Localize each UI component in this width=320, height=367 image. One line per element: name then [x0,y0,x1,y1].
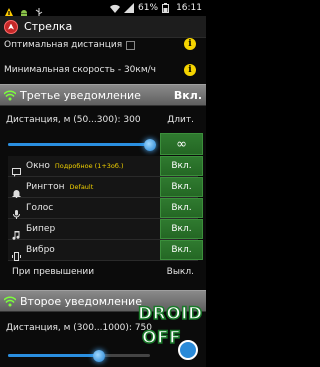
option-label: Вибро [26,245,55,255]
clock: 16:11 [176,3,202,13]
watermark-line-2: OFF [141,327,182,349]
signal-icon [124,3,135,13]
duration-value: ∞ [176,136,187,152]
ringtone-toggle-button[interactable]: Вкл. [160,177,203,197]
bell-icon [12,183,21,198]
android-icon [19,3,29,18]
third-notification-header[interactable]: Третье уведомление Вкл. [0,84,206,106]
toggle-state: Вкл. [171,161,192,171]
watermark-badge-icon [178,340,198,360]
duration-button[interactable]: ∞ [160,133,203,155]
app-title: Стрелка [24,20,73,33]
beeper-toggle-button[interactable]: Вкл. [160,219,203,239]
min-speed-label: Минимальная скорость - 30км/ч [4,65,156,75]
vibrate-toggle-button[interactable]: Вкл. [160,240,203,260]
usb-icon [34,3,44,18]
duration-label: Длит. [167,115,194,125]
toggle-state: Вкл. [171,182,192,192]
warning-icon [4,3,14,18]
droidoff-watermark: DROID OFF [137,302,203,362]
option-label: Окно [26,161,50,171]
voice-toggle-button[interactable]: Вкл. [160,198,203,218]
wifi-signal-icon [3,292,17,311]
toggle-state: Вкл. [171,203,192,213]
arrow-app-icon[interactable] [4,19,18,34]
min-speed-row[interactable]: Минимальная скорость - 30км/ч i [0,61,206,79]
toggle-state: Вкл. [171,224,192,234]
optimal-distance-checkbox[interactable] [126,40,136,50]
third-notification-state[interactable]: Вкл. [174,89,202,102]
mic-icon [12,204,21,219]
third-distance-row: Дистанция, м (50...300): 300 Длит. [0,113,206,127]
wifi-icon [110,3,121,13]
third-distance-slider-fill [8,143,150,146]
window-toggle-button[interactable]: Вкл. [160,156,203,176]
battery-percent: 61% [138,3,159,13]
second-distance-slider-thumb[interactable] [93,350,106,362]
watermark-line-1: DROID [137,303,203,325]
battery-icon [162,3,172,13]
on-exceed-label: При превышении [12,266,95,277]
second-distance-label: Дистанция, м (300...1000): 750 [6,323,152,333]
toggle-state: Вкл. [171,245,192,255]
option-note: Подробное (1+3об.) [54,162,124,170]
second-notification-title: Второе уведомление [20,294,142,308]
chat-icon [12,162,21,177]
third-distance-label: Дистанция, м (50...300): 300 [6,115,141,125]
vibrate-icon [12,246,21,261]
on-exceed-row[interactable]: При превышении Выкл. [8,262,198,281]
optimal-distance-row[interactable]: Оптимальная дистанция i [0,38,206,52]
info-icon[interactable]: i [184,38,196,50]
third-distance-slider-thumb[interactable] [144,139,156,151]
third-notification-title: Третье уведомление [20,88,141,102]
second-distance-slider-fill [8,354,100,357]
option-label: Голос [26,203,54,213]
optimal-distance-label: Оптимальная дистанция [4,40,123,50]
music-note-icon [12,225,21,240]
status-bar: 61% 16:11 [0,0,206,18]
info-icon[interactable]: i [184,64,196,76]
option-label: Бипер [26,224,56,234]
action-bar: Стрелка [0,16,206,38]
option-label: Рингтон [26,182,65,192]
on-exceed-state[interactable]: Выкл. [167,267,194,277]
wifi-signal-icon [3,86,17,105]
option-note: Default [69,183,94,191]
